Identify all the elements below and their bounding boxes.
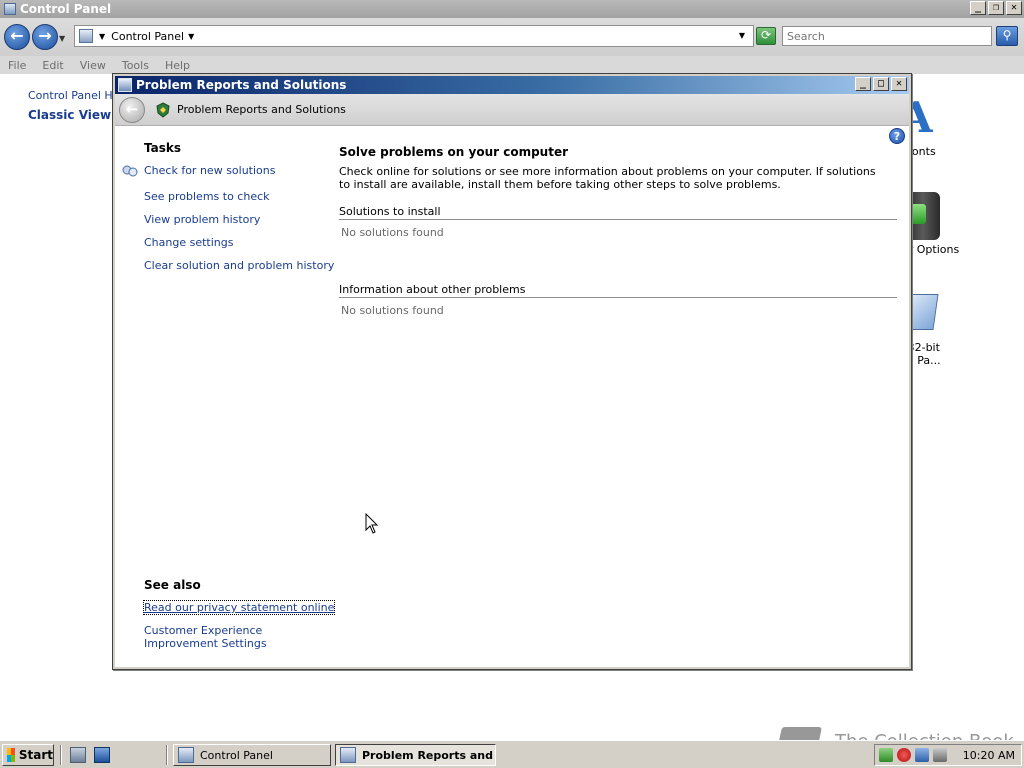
control-panel-titlebar[interactable]: Control Panel _ ❐ ✕ [0,0,1024,18]
page-description: Check online for solutions or see more i… [339,165,876,191]
page-title: Solve problems on your computer [339,145,569,159]
system-tray: 10:20 AM [874,744,1022,766]
restore-button[interactable]: ❐ [988,1,1004,15]
privacy-statement-link[interactable]: Read our privacy statement online [142,600,336,615]
control-panel-icon [4,3,16,15]
maximize-button[interactable]: □ [873,77,889,91]
problem-reports-icon [156,102,170,118]
start-button[interactable]: Start [2,744,54,766]
ceip-link-line1[interactable]: Customer Experience [144,624,262,637]
solutions-empty-text: No solutions found [341,226,444,239]
control-panel-address-icon [79,29,93,43]
chevron-down-icon[interactable]: ▼ [99,32,105,41]
start-label: Start [18,748,53,762]
search-icon[interactable]: ⚲ [996,26,1018,46]
network-icon[interactable] [915,748,929,762]
back-arrow-icon[interactable]: ← [119,97,145,123]
mouse-cursor-icon [365,513,379,534]
taskbar-button-label: Control Panel [200,748,273,762]
control-panel-navbar: ← → ▼ ▼ Control Panel ▼ ▼ ⟳ ⚲ [0,18,1024,56]
windows-flag-icon [7,748,15,762]
clock[interactable]: 10:20 AM [963,749,1015,762]
taskbar-separator [166,745,168,765]
close-button[interactable]: ✕ [1006,1,1022,15]
security-shield-icon[interactable] [879,748,893,762]
help-icon[interactable]: ? [889,128,905,144]
refresh-icon[interactable]: ⟳ [756,27,776,45]
check-solutions-icon [122,165,138,177]
minimize-button[interactable]: _ [970,1,986,15]
other-problems-empty-text: No solutions found [341,304,444,317]
search-input[interactable] [782,26,992,46]
task-see-problems[interactable]: See problems to check [144,190,270,203]
menu-file[interactable]: File [8,59,26,72]
address-bar[interactable]: ▼ Control Panel ▼ ▼ [74,25,754,47]
problem-reports-icon [340,747,356,763]
menu-help[interactable]: Help [165,59,190,72]
task-clear-history[interactable]: Clear solution and problem history [144,259,334,272]
back-arrow-icon[interactable]: ← [4,24,30,50]
task-view-history[interactable]: View problem history [144,213,260,226]
forward-arrow-icon[interactable]: → [32,24,58,50]
menu-tools[interactable]: Tools [122,59,149,72]
menu-view[interactable]: View [80,59,106,72]
task-change-settings[interactable]: Change settings [144,236,233,249]
other-problems-header: Information about other problems [339,283,897,298]
minimize-button[interactable]: _ [855,77,871,91]
problem-reports-app-icon [118,78,132,92]
problem-reports-titlebar[interactable]: Problem Reports and Solutions _ □ ✕ [115,76,909,94]
volume-icon[interactable] [933,748,947,762]
tasks-heading: Tasks [144,141,182,155]
control-panel-window-controls: _ ❐ ✕ [970,1,1022,15]
close-button[interactable]: ✕ [891,77,907,91]
classic-view-link[interactable]: Classic View [28,108,111,122]
chevron-down-icon[interactable]: ▼ [188,32,194,41]
window-title: Problem Reports and Solutions [136,78,347,92]
address-text[interactable]: Control Panel [111,30,184,43]
nav-title: Problem Reports and Solutions [177,103,346,116]
address-dropdown-icon[interactable]: ▼ [739,31,745,40]
quicklaunch-separator [60,745,62,765]
control-panel-title: Control Panel [20,2,112,16]
history-dropdown-icon[interactable]: ▼ [59,34,65,43]
alert-icon[interactable] [897,748,911,762]
see-also-heading: See also [144,578,201,592]
window-controls: _ □ ✕ [855,77,907,91]
ceip-link-line2[interactable]: Improvement Settings [144,637,267,650]
taskbar-button-label: Problem Reports and ... [362,748,496,762]
window-navbar: ← Problem Reports and Solutions [115,94,909,126]
task-check-new-solutions[interactable]: Check for new solutions [144,164,275,177]
window-body: ? Tasks Check for new solutions See prob… [115,126,909,667]
menu-edit[interactable]: Edit [42,59,63,72]
server-manager-icon[interactable] [70,747,86,763]
solutions-to-install-header: Solutions to install [339,205,897,220]
problem-reports-window: Problem Reports and Solutions _ □ ✕ ← Pr… [112,73,912,670]
taskbar-button-control-panel[interactable]: Control Panel [173,744,331,766]
show-desktop-icon[interactable] [94,747,110,763]
control-panel-icon [178,747,194,763]
taskbar-button-problem-reports[interactable]: Problem Reports and ... [335,744,496,766]
taskbar: Start Control Panel Problem Reports and … [0,740,1024,768]
menu-bar: File Edit View Tools Help [0,56,1024,74]
